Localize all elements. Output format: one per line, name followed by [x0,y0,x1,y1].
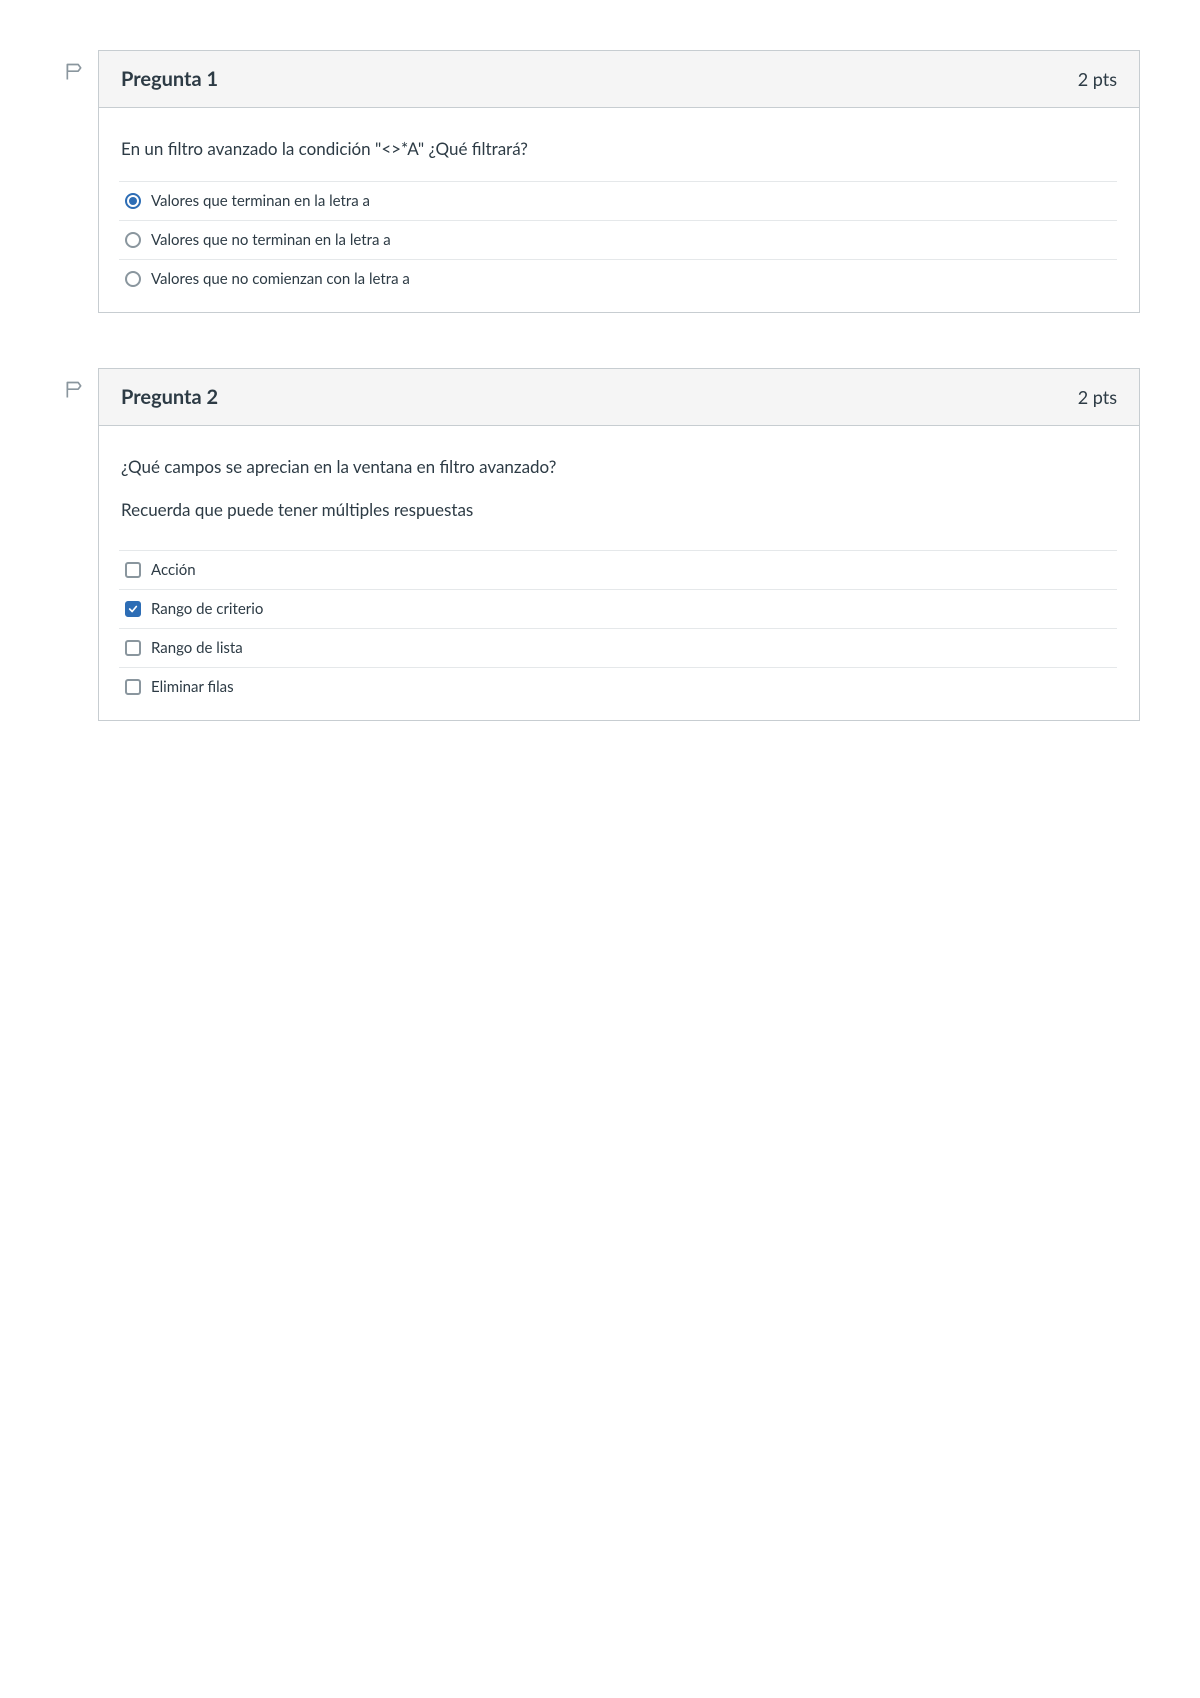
answer-option[interactable]: Rango de lista [119,628,1117,667]
question-subprompt: Recuerda que puede tener múltiples respu… [121,499,1117,520]
answer-option[interactable]: Acción [119,550,1117,589]
question-card-2: Pregunta 2 2 pts ¿Qué campos se aprecian… [98,368,1140,721]
answer-option[interactable]: Valores que no comienzan con la letra a [119,259,1117,298]
answer-list: Valores que terminan en la letra a Valor… [119,181,1117,298]
answer-label: Eliminar filas [151,678,234,696]
question-prompt: En un filtro avanzado la condición "<>*A… [121,138,1117,159]
question-points: 2 pts [1078,68,1117,90]
answer-label: Valores que no comienzan con la letra a [151,270,410,288]
checkbox-icon[interactable] [125,679,141,695]
question-prompt: ¿Qué campos se aprecian en la ventana en… [121,456,1117,477]
question-title: Pregunta 2 [121,385,218,409]
question-header: Pregunta 2 2 pts [99,369,1139,426]
radio-icon[interactable] [125,193,141,209]
flag-column [50,50,98,82]
question-points: 2 pts [1078,386,1117,408]
question-card-1: Pregunta 1 2 pts En un filtro avanzado l… [98,50,1140,313]
question-block-1: Pregunta 1 2 pts En un filtro avanzado l… [50,50,1140,313]
question-body: En un filtro avanzado la condición "<>*A… [99,108,1139,312]
answer-list: Acción Rango de criterio Rango de lista [119,550,1117,706]
answer-option[interactable]: Rango de criterio [119,589,1117,628]
question-block-2: Pregunta 2 2 pts ¿Qué campos se aprecian… [50,368,1140,721]
checkbox-icon[interactable] [125,601,141,617]
flag-column [50,368,98,400]
radio-icon[interactable] [125,232,141,248]
answer-label: Rango de lista [151,639,243,657]
answer-option[interactable]: Eliminar filas [119,667,1117,706]
flag-icon[interactable] [64,62,84,82]
question-header: Pregunta 1 2 pts [99,51,1139,108]
answer-label: Valores que terminan en la letra a [151,192,370,210]
checkbox-icon[interactable] [125,562,141,578]
answer-option[interactable]: Valores que no terminan en la letra a [119,220,1117,259]
question-title: Pregunta 1 [121,67,218,91]
flag-icon[interactable] [64,380,84,400]
question-body: ¿Qué campos se aprecian en la ventana en… [99,426,1139,720]
radio-icon[interactable] [125,271,141,287]
answer-label: Valores que no terminan en la letra a [151,231,391,249]
answer-option[interactable]: Valores que terminan en la letra a [119,181,1117,220]
answer-label: Acción [151,561,196,579]
quiz-container: Pregunta 1 2 pts En un filtro avanzado l… [0,0,1200,826]
checkbox-icon[interactable] [125,640,141,656]
answer-label: Rango de criterio [151,600,263,618]
